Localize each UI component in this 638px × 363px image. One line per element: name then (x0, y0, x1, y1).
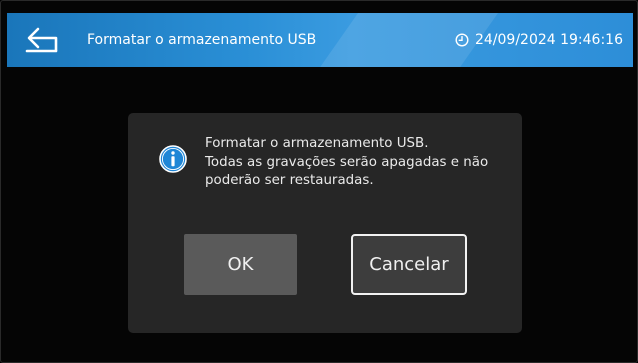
datetime-text: 24/09/2024 19:46:16 (474, 32, 623, 48)
page-title: Formatar o armazenamento USB (87, 32, 317, 48)
confirm-dialog: Formatar o armazenamento USB. Todas as g… (128, 113, 522, 333)
message-line: Formatar o armazenamento USB. (205, 136, 429, 151)
header-bar: Formatar o armazenamento USB 24/09/2024 … (7, 13, 633, 67)
back-button[interactable] (25, 24, 59, 56)
dialog-message: Formatar o armazenamento USB. Todas as g… (205, 135, 505, 191)
clock-display: 24/09/2024 19:46:16 (455, 13, 623, 67)
ok-button[interactable]: OK (184, 234, 297, 295)
cancel-button[interactable]: Cancelar (351, 234, 467, 295)
device-screen: Formatar o armazenamento USB 24/09/2024 … (0, 0, 638, 363)
message-line: Todas as gravações serão apagadas e não (205, 154, 489, 170)
info-icon (159, 145, 187, 173)
clock-icon (455, 33, 469, 47)
message-line: poderão ser restauradas. (205, 173, 374, 188)
back-arrow-icon (25, 27, 58, 53)
